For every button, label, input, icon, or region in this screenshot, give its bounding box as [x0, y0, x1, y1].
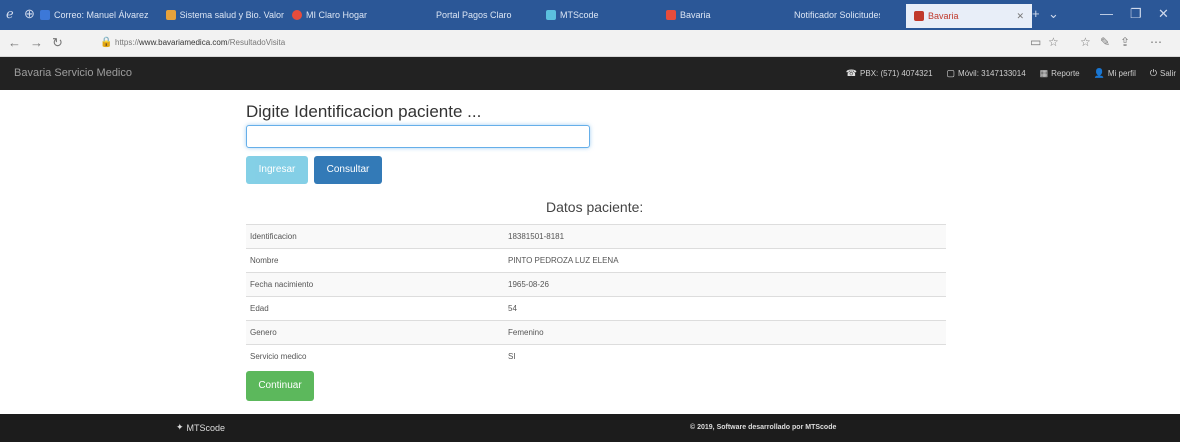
site-icon — [166, 10, 176, 20]
tab-label: Sistema salud y Bio. Valor — [179, 10, 284, 20]
patient-data-title: Datos paciente: — [546, 199, 644, 215]
brand-title[interactable]: Bavaria Servicio Medico — [14, 67, 132, 79]
minimize-icon[interactable]: — — [1100, 6, 1113, 21]
address-bar: ← → ↻ 🔒 https://www.bavariamedica.com/Re… — [0, 30, 1180, 57]
row-value: 1965-08-26 — [504, 272, 946, 297]
id-prompt-label: Digite Identificacion paciente ... — [246, 102, 482, 121]
url-prefix: https:// — [115, 38, 140, 47]
row-label: Fecha nacimiento — [246, 272, 504, 297]
browser-tab-6[interactable]: Bavaria — [666, 6, 746, 24]
browser-tab-4[interactable]: Portal Pagos Claro — [436, 6, 516, 24]
user-icon: 👤 — [1093, 68, 1105, 78]
consultar-button[interactable]: Consultar — [314, 156, 382, 184]
browser-tab-3[interactable]: MI Claro Hogar — [292, 6, 382, 24]
nav-label: Reporte — [1051, 69, 1080, 78]
tab-label: MI Claro Hogar — [306, 10, 368, 20]
favorite-star-icon[interactable]: ☆ — [1048, 35, 1059, 49]
app-navbar: Bavaria Servicio Medico ☎ PBX: (571) 407… — [0, 57, 1180, 90]
favorites-hub-icon[interactable]: ☆ — [1080, 35, 1091, 49]
close-window-icon[interactable]: ✕ — [1158, 6, 1169, 22]
mail-icon — [40, 10, 50, 20]
nav-label: Mi perfil — [1107, 69, 1136, 78]
footer-copyright: © 2019, Software desarrollado por MTScod… — [690, 424, 837, 431]
row-label: Servicio medico — [246, 344, 504, 368]
row-value: PINTO PEDROZA LUZ ELENA — [504, 248, 946, 273]
maximize-icon[interactable]: ❐ — [1130, 6, 1142, 22]
table-row: Fecha nacimiento 1965-08-26 — [246, 272, 946, 297]
row-label: Edad — [246, 296, 504, 321]
nav-item-pbx[interactable]: ☎ PBX: (571) 4074321 — [846, 68, 933, 79]
site-icon — [546, 10, 556, 20]
url-path: /ResultadoVisita — [227, 38, 286, 47]
tab-list-icon[interactable]: ⌄ — [1048, 6, 1059, 22]
nav-label: Salir — [1159, 69, 1176, 78]
more-icon[interactable]: ⋯ — [1150, 35, 1162, 49]
row-label: Genero — [246, 320, 504, 345]
table-row: Nombre PINTO PEDROZA LUZ ELENA — [246, 248, 946, 273]
table-row: Edad 54 — [246, 296, 946, 321]
url-field[interactable]: https://www.bavariamedica.com/ResultadoV… — [115, 38, 285, 47]
browser-tab-strip: ℯ ⊕ Correo: Manuel Álvarez Sistema salud… — [0, 0, 1180, 30]
close-tab-icon[interactable]: ✕ — [1016, 4, 1024, 28]
table-row: Servicio medico SI — [246, 344, 946, 368]
new-tab-icon[interactable]: + — [1032, 6, 1040, 21]
page-footer: ✦ MTScode © 2019, Software desarrollado … — [0, 414, 1180, 442]
tab-label: Notificador Solicitudes — [794, 10, 880, 20]
refresh-icon[interactable]: ↻ — [52, 35, 63, 51]
notes-icon[interactable]: ✎ — [1100, 35, 1110, 49]
lock-icon: 🔒 — [100, 37, 113, 48]
nav-item-movil[interactable]: ▢ Móvil: 3147133014 — [947, 68, 1026, 79]
tab-label: Bavaria — [928, 11, 959, 21]
browser-tab-2[interactable]: Sistema salud y Bio. Valor — [166, 6, 284, 24]
nav-item-salir[interactable]: ⏻ Salir — [1150, 68, 1176, 79]
forward-icon[interactable]: → — [30, 35, 43, 50]
row-label: Identificacion — [246, 224, 504, 249]
nav-item-reporte[interactable]: ▦ Reporte — [1040, 68, 1080, 79]
browser-tab-active[interactable]: Bavaria ✕ — [906, 4, 1032, 28]
table-row: Identificacion 18381501-8181 — [246, 224, 946, 249]
reading-view-icon[interactable]: ▭ — [1030, 35, 1041, 49]
continuar-button[interactable]: Continuar — [246, 371, 314, 401]
navbar-links: ☎ PBX: (571) 4074321 ▢ Móvil: 3147133014… — [846, 68, 1176, 79]
browser-tab-1[interactable]: Correo: Manuel Álvarez — [40, 6, 160, 24]
table-row: Genero Femenino — [246, 320, 946, 345]
phone-icon: ☎ — [845, 68, 858, 78]
tab-label: MTScode — [560, 10, 599, 20]
report-icon: ▦ — [1039, 68, 1049, 78]
share-icon[interactable]: ⇪ — [1120, 35, 1130, 49]
browser-tab-7[interactable]: Notificador Solicitudes — [790, 6, 880, 24]
patient-data-table: Identificacion 18381501-8181 Nombre PINT… — [246, 224, 946, 368]
tab-label: Correo: Manuel Álvarez — [54, 10, 149, 20]
row-label: Nombre — [246, 248, 504, 273]
browser-tab-5[interactable]: MTScode — [546, 6, 626, 24]
claro-icon — [292, 10, 302, 20]
nav-item-perfil[interactable]: 👤 Mi perfil — [1094, 68, 1136, 79]
power-icon: ⏻ — [1149, 68, 1157, 78]
row-value: Femenino — [504, 320, 946, 345]
footer-logo-text: MTScode — [186, 422, 226, 433]
nav-label: PBX: (571) 4074321 — [860, 69, 933, 78]
row-value: 18381501-8181 — [504, 224, 946, 249]
ingresar-button[interactable]: Ingresar — [246, 156, 308, 184]
tab-label: Portal Pagos Claro — [436, 10, 512, 20]
calendar-icon: ▢ — [946, 68, 956, 78]
site-icon — [666, 10, 676, 20]
row-value: 54 — [504, 296, 946, 321]
nav-label: Móvil: 3147133014 — [958, 69, 1026, 78]
bavaria-icon — [914, 11, 924, 21]
edge-icon[interactable]: ℯ — [6, 6, 14, 22]
tab-preview-icon[interactable]: ⊕ — [24, 6, 35, 22]
back-icon[interactable]: ← — [8, 35, 21, 50]
tab-label: Bavaria — [680, 10, 711, 20]
footer-logo[interactable]: ✦ MTScode — [176, 422, 225, 433]
patient-id-input[interactable] — [246, 125, 590, 148]
url-domain: www.bavariamedica.com — [139, 38, 228, 47]
mtscode-logo-icon: ✦ — [176, 422, 184, 432]
row-value: SI — [504, 344, 946, 368]
